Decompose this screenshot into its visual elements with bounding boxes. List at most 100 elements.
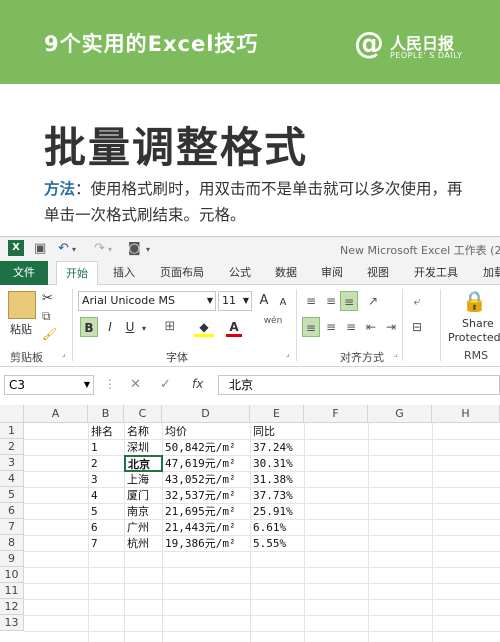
table-cell[interactable]: 深圳	[125, 440, 149, 455]
undo-dropdown-icon[interactable]: ▾	[72, 245, 76, 254]
align-left-icon[interactable]: ≡	[302, 317, 320, 337]
underline-button[interactable]: U	[122, 317, 138, 337]
table-cell[interactable]: 47,619元/m²	[163, 456, 236, 471]
increase-indent-icon[interactable]: ⇥	[382, 317, 400, 337]
table-cell[interactable]: 厦门	[125, 488, 149, 503]
column-header[interactable]: C	[124, 405, 162, 423]
insert-function-icon[interactable]: fx	[192, 377, 203, 391]
font-size-select[interactable]: 11 ▼	[218, 291, 252, 311]
table-cell[interactable]: 名称	[125, 424, 149, 439]
decrease-indent-icon[interactable]: ⇤	[362, 317, 380, 337]
column-header[interactable]: G	[368, 405, 432, 423]
table-cell[interactable]: 5	[89, 504, 98, 519]
align-bottom-icon[interactable]: ≡	[340, 291, 358, 311]
align-top-icon[interactable]: ≡	[302, 291, 320, 311]
table-cell[interactable]: 广州	[125, 520, 149, 535]
underline-dropdown-icon[interactable]: ▾	[140, 319, 148, 339]
row-header[interactable]: 6	[0, 503, 24, 519]
phonetic-guide-icon[interactable]: wén	[260, 315, 286, 335]
merge-cells-icon[interactable]: ⊟	[408, 317, 426, 337]
column-header[interactable]: D	[162, 405, 250, 423]
table-cell[interactable]: 43,052元/m²	[163, 472, 236, 487]
align-right-icon[interactable]: ≡	[342, 317, 360, 337]
tab-home[interactable]: 开始	[56, 261, 98, 286]
tab-insert[interactable]: 插入	[104, 261, 144, 285]
selected-cell[interactable]: 北京	[124, 455, 163, 472]
table-cell[interactable]: 25.91%	[251, 504, 293, 519]
tab-addins[interactable]: 加载	[474, 261, 500, 285]
table-cell[interactable]: 21,443元/m²	[163, 520, 236, 535]
table-cell[interactable]: 7	[89, 536, 98, 551]
tab-review[interactable]: 审阅	[312, 261, 352, 285]
row-header[interactable]: 1	[0, 423, 24, 439]
cut-icon[interactable]: ✂	[42, 291, 53, 306]
row-header[interactable]: 11	[0, 583, 24, 599]
table-cell[interactable]: 21,695元/m²	[163, 504, 236, 519]
table-cell[interactable]: 6.61%	[251, 520, 286, 535]
column-header[interactable]: B	[88, 405, 124, 423]
select-all-corner[interactable]	[0, 405, 24, 423]
redo-icon[interactable]: ↷	[94, 241, 105, 256]
table-cell[interactable]: 2	[89, 456, 98, 471]
tab-page-layout[interactable]: 页面布局	[150, 261, 214, 285]
fill-color-icon[interactable]: ◆	[194, 317, 214, 337]
share-protected-button[interactable]: Share	[462, 317, 494, 330]
tab-view[interactable]: 视图	[358, 261, 398, 285]
table-cell[interactable]: 6	[89, 520, 98, 535]
cancel-icon[interactable]: ✕	[130, 377, 141, 392]
customize-toolbar-icon[interactable]: ▾	[146, 245, 150, 254]
table-cell[interactable]: 31.38%	[251, 472, 293, 487]
table-cell[interactable]: 排名	[89, 424, 113, 439]
font-launcher-icon[interactable]: ⌟	[286, 349, 290, 358]
table-cell[interactable]: 1	[89, 440, 98, 455]
align-middle-icon[interactable]: ≡	[322, 291, 340, 311]
clipboard-launcher-icon[interactable]: ⌟	[62, 349, 66, 358]
italic-button[interactable]: I	[102, 317, 118, 337]
row-header[interactable]: 7	[0, 519, 24, 535]
paste-icon[interactable]	[8, 291, 36, 319]
format-painter-icon[interactable]: 🖌	[42, 327, 57, 341]
tab-data[interactable]: 数据	[266, 261, 306, 285]
table-cell[interactable]: 50,842元/m²	[163, 440, 236, 455]
save-icon[interactable]: ▣	[34, 241, 46, 256]
row-header[interactable]: 3	[0, 455, 24, 471]
enter-icon[interactable]: ✓	[160, 377, 171, 392]
undo-icon[interactable]: ↶	[58, 241, 69, 256]
row-header[interactable]: 2	[0, 439, 24, 455]
table-cell[interactable]: 上海	[125, 472, 149, 487]
formula-input[interactable]: 北京	[218, 375, 500, 395]
grow-font-button[interactable]: A	[256, 291, 272, 311]
borders-icon[interactable]: ⊞	[160, 317, 180, 337]
tab-formulas[interactable]: 公式	[220, 261, 260, 285]
copy-icon[interactable]: ⧉	[42, 309, 51, 324]
name-box[interactable]: C3 ▼	[4, 375, 94, 395]
shrink-font-button[interactable]: A	[276, 293, 290, 313]
camera-icon[interactable]: ◙	[128, 241, 141, 256]
column-header[interactable]: A	[24, 405, 88, 423]
table-cell[interactable]: 同比	[251, 424, 275, 439]
row-header[interactable]: 13	[0, 615, 24, 631]
row-header[interactable]: 12	[0, 599, 24, 615]
row-header[interactable]: 10	[0, 567, 24, 583]
table-cell[interactable]: 均价	[163, 424, 187, 439]
paste-button[interactable]: 粘贴	[10, 321, 32, 337]
redo-dropdown-icon[interactable]: ▾	[108, 245, 112, 254]
table-cell[interactable]: 19,386元/m²	[163, 536, 236, 551]
bold-button[interactable]: B	[80, 317, 98, 337]
table-cell[interactable]: 南京	[125, 504, 149, 519]
row-header[interactable]: 5	[0, 487, 24, 503]
row-header[interactable]: 9	[0, 551, 24, 567]
column-header[interactable]: E	[250, 405, 304, 423]
table-cell[interactable]: 32,537元/m²	[163, 488, 236, 503]
font-color-icon[interactable]: A	[226, 317, 242, 337]
table-cell[interactable]: 4	[89, 488, 98, 503]
column-header[interactable]: F	[304, 405, 368, 423]
table-cell[interactable]: 37.24%	[251, 440, 293, 455]
wrap-text-icon[interactable]: ⤶	[408, 291, 426, 311]
row-header[interactable]: 8	[0, 535, 24, 551]
table-cell[interactable]: 5.55%	[251, 536, 286, 551]
orientation-icon[interactable]: ↗	[362, 291, 384, 311]
lock-icon[interactable]: 🔒	[462, 289, 487, 313]
tab-developer[interactable]: 开发工具	[404, 261, 468, 285]
tab-file[interactable]: 文件	[0, 261, 48, 285]
